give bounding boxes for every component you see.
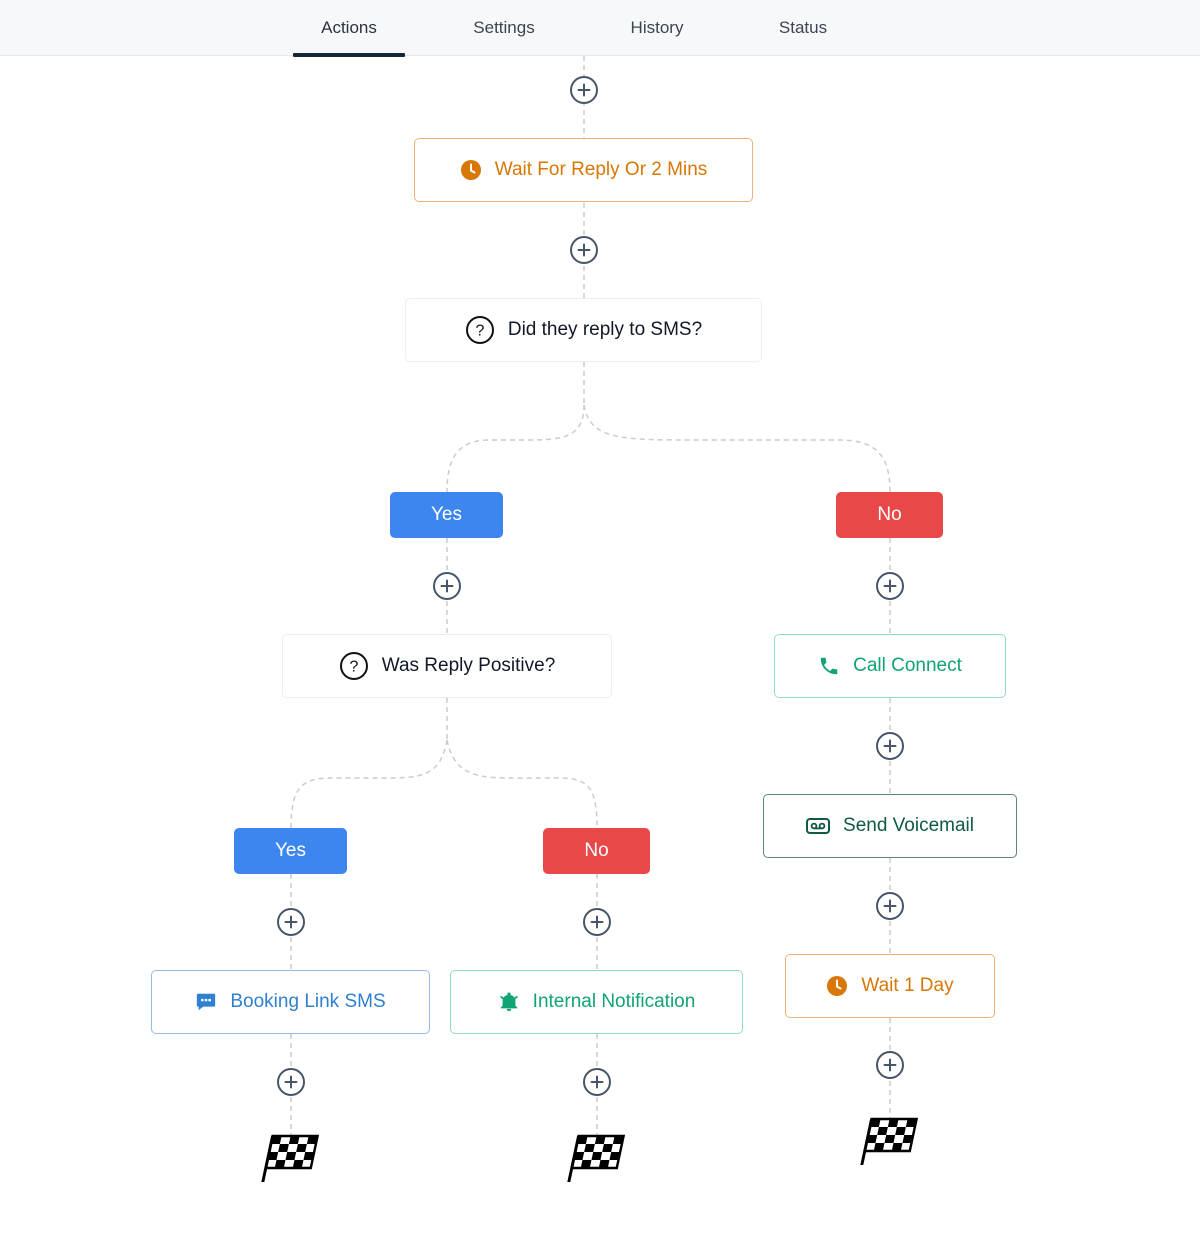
plus-icon	[577, 83, 591, 97]
plus-icon	[440, 579, 454, 593]
booking-link-sms-label: Booking Link SMS	[230, 991, 386, 1012]
plus-icon	[590, 915, 604, 929]
checkered-flag-icon	[567, 1134, 626, 1182]
yes-branch-button[interactable]: Yes	[234, 828, 347, 874]
no-branch-button[interactable]: No	[836, 492, 943, 538]
reply-condition-step[interactable]: ? Did they reply to SMS?	[405, 298, 762, 362]
clock-icon	[826, 975, 848, 997]
tab-actions[interactable]: Actions	[293, 0, 405, 57]
positive-condition-step[interactable]: ? Was Reply Positive?	[282, 634, 612, 698]
plus-icon	[883, 739, 897, 753]
wait-one-day-step[interactable]: Wait 1 Day	[785, 954, 995, 1018]
plus-icon	[284, 1075, 298, 1089]
internal-notification-step[interactable]: Internal Notification	[450, 970, 743, 1034]
plus-icon	[577, 243, 591, 257]
add-step-button[interactable]	[583, 1068, 611, 1096]
add-step-button[interactable]	[570, 76, 598, 104]
add-step-button[interactable]	[876, 1051, 904, 1079]
tab-bar: Actions Settings History Status	[0, 0, 1200, 57]
yes-branch-label: Yes	[275, 840, 306, 861]
svg-text:?: ?	[475, 323, 484, 340]
bell-icon	[498, 991, 520, 1013]
add-step-button[interactable]	[570, 236, 598, 264]
plus-icon	[590, 1075, 604, 1089]
no-branch-label: No	[877, 504, 902, 525]
no-branch-label: No	[584, 840, 609, 861]
plus-icon	[284, 915, 298, 929]
tab-history-label: History	[630, 18, 684, 37]
send-voicemail-step[interactable]: Send Voicemail	[763, 794, 1017, 858]
tab-settings[interactable]: Settings	[452, 0, 556, 56]
wait-one-day-label: Wait 1 Day	[861, 975, 954, 996]
add-step-button[interactable]	[583, 908, 611, 936]
plus-icon	[883, 579, 897, 593]
plus-icon	[883, 1058, 897, 1072]
tab-history[interactable]: History	[610, 0, 704, 56]
reply-condition-label: Did they reply to SMS?	[507, 319, 703, 340]
positive-condition-label: Was Reply Positive?	[381, 655, 556, 676]
add-step-button[interactable]	[876, 732, 904, 760]
phone-icon	[818, 655, 840, 677]
question-icon: ?	[465, 315, 495, 345]
tab-status-label: Status	[778, 18, 828, 37]
yes-branch-label: Yes	[431, 504, 462, 525]
call-connect-step[interactable]: Call Connect	[774, 634, 1006, 698]
add-step-button[interactable]	[876, 892, 904, 920]
tab-status[interactable]: Status	[760, 0, 846, 56]
add-step-button[interactable]	[433, 572, 461, 600]
checkered-flag-icon	[261, 1134, 320, 1182]
active-tab-indicator	[293, 53, 405, 57]
internal-notification-label: Internal Notification	[532, 991, 696, 1012]
clock-icon	[460, 159, 482, 181]
tab-settings-label: Settings	[473, 18, 535, 37]
checkered-flag-icon	[860, 1117, 919, 1165]
question-icon: ?	[339, 651, 369, 681]
chat-icon	[195, 991, 217, 1013]
add-step-button[interactable]	[876, 572, 904, 600]
no-branch-button[interactable]: No	[543, 828, 650, 874]
tab-actions-label: Actions	[321, 18, 377, 37]
add-step-button[interactable]	[277, 1068, 305, 1096]
booking-link-sms-step[interactable]: Booking Link SMS	[151, 970, 430, 1034]
plus-icon	[883, 899, 897, 913]
call-connect-label: Call Connect	[853, 655, 962, 676]
wait-for-reply-label: Wait For Reply Or 2 Mins	[494, 159, 708, 180]
wait-for-reply-step[interactable]: Wait For Reply Or 2 Mins	[414, 138, 753, 202]
send-voicemail-label: Send Voicemail	[843, 815, 974, 836]
add-step-button[interactable]	[277, 908, 305, 936]
svg-text:?: ?	[349, 659, 358, 676]
yes-branch-button[interactable]: Yes	[390, 492, 503, 538]
voicemail-icon	[806, 817, 831, 835]
